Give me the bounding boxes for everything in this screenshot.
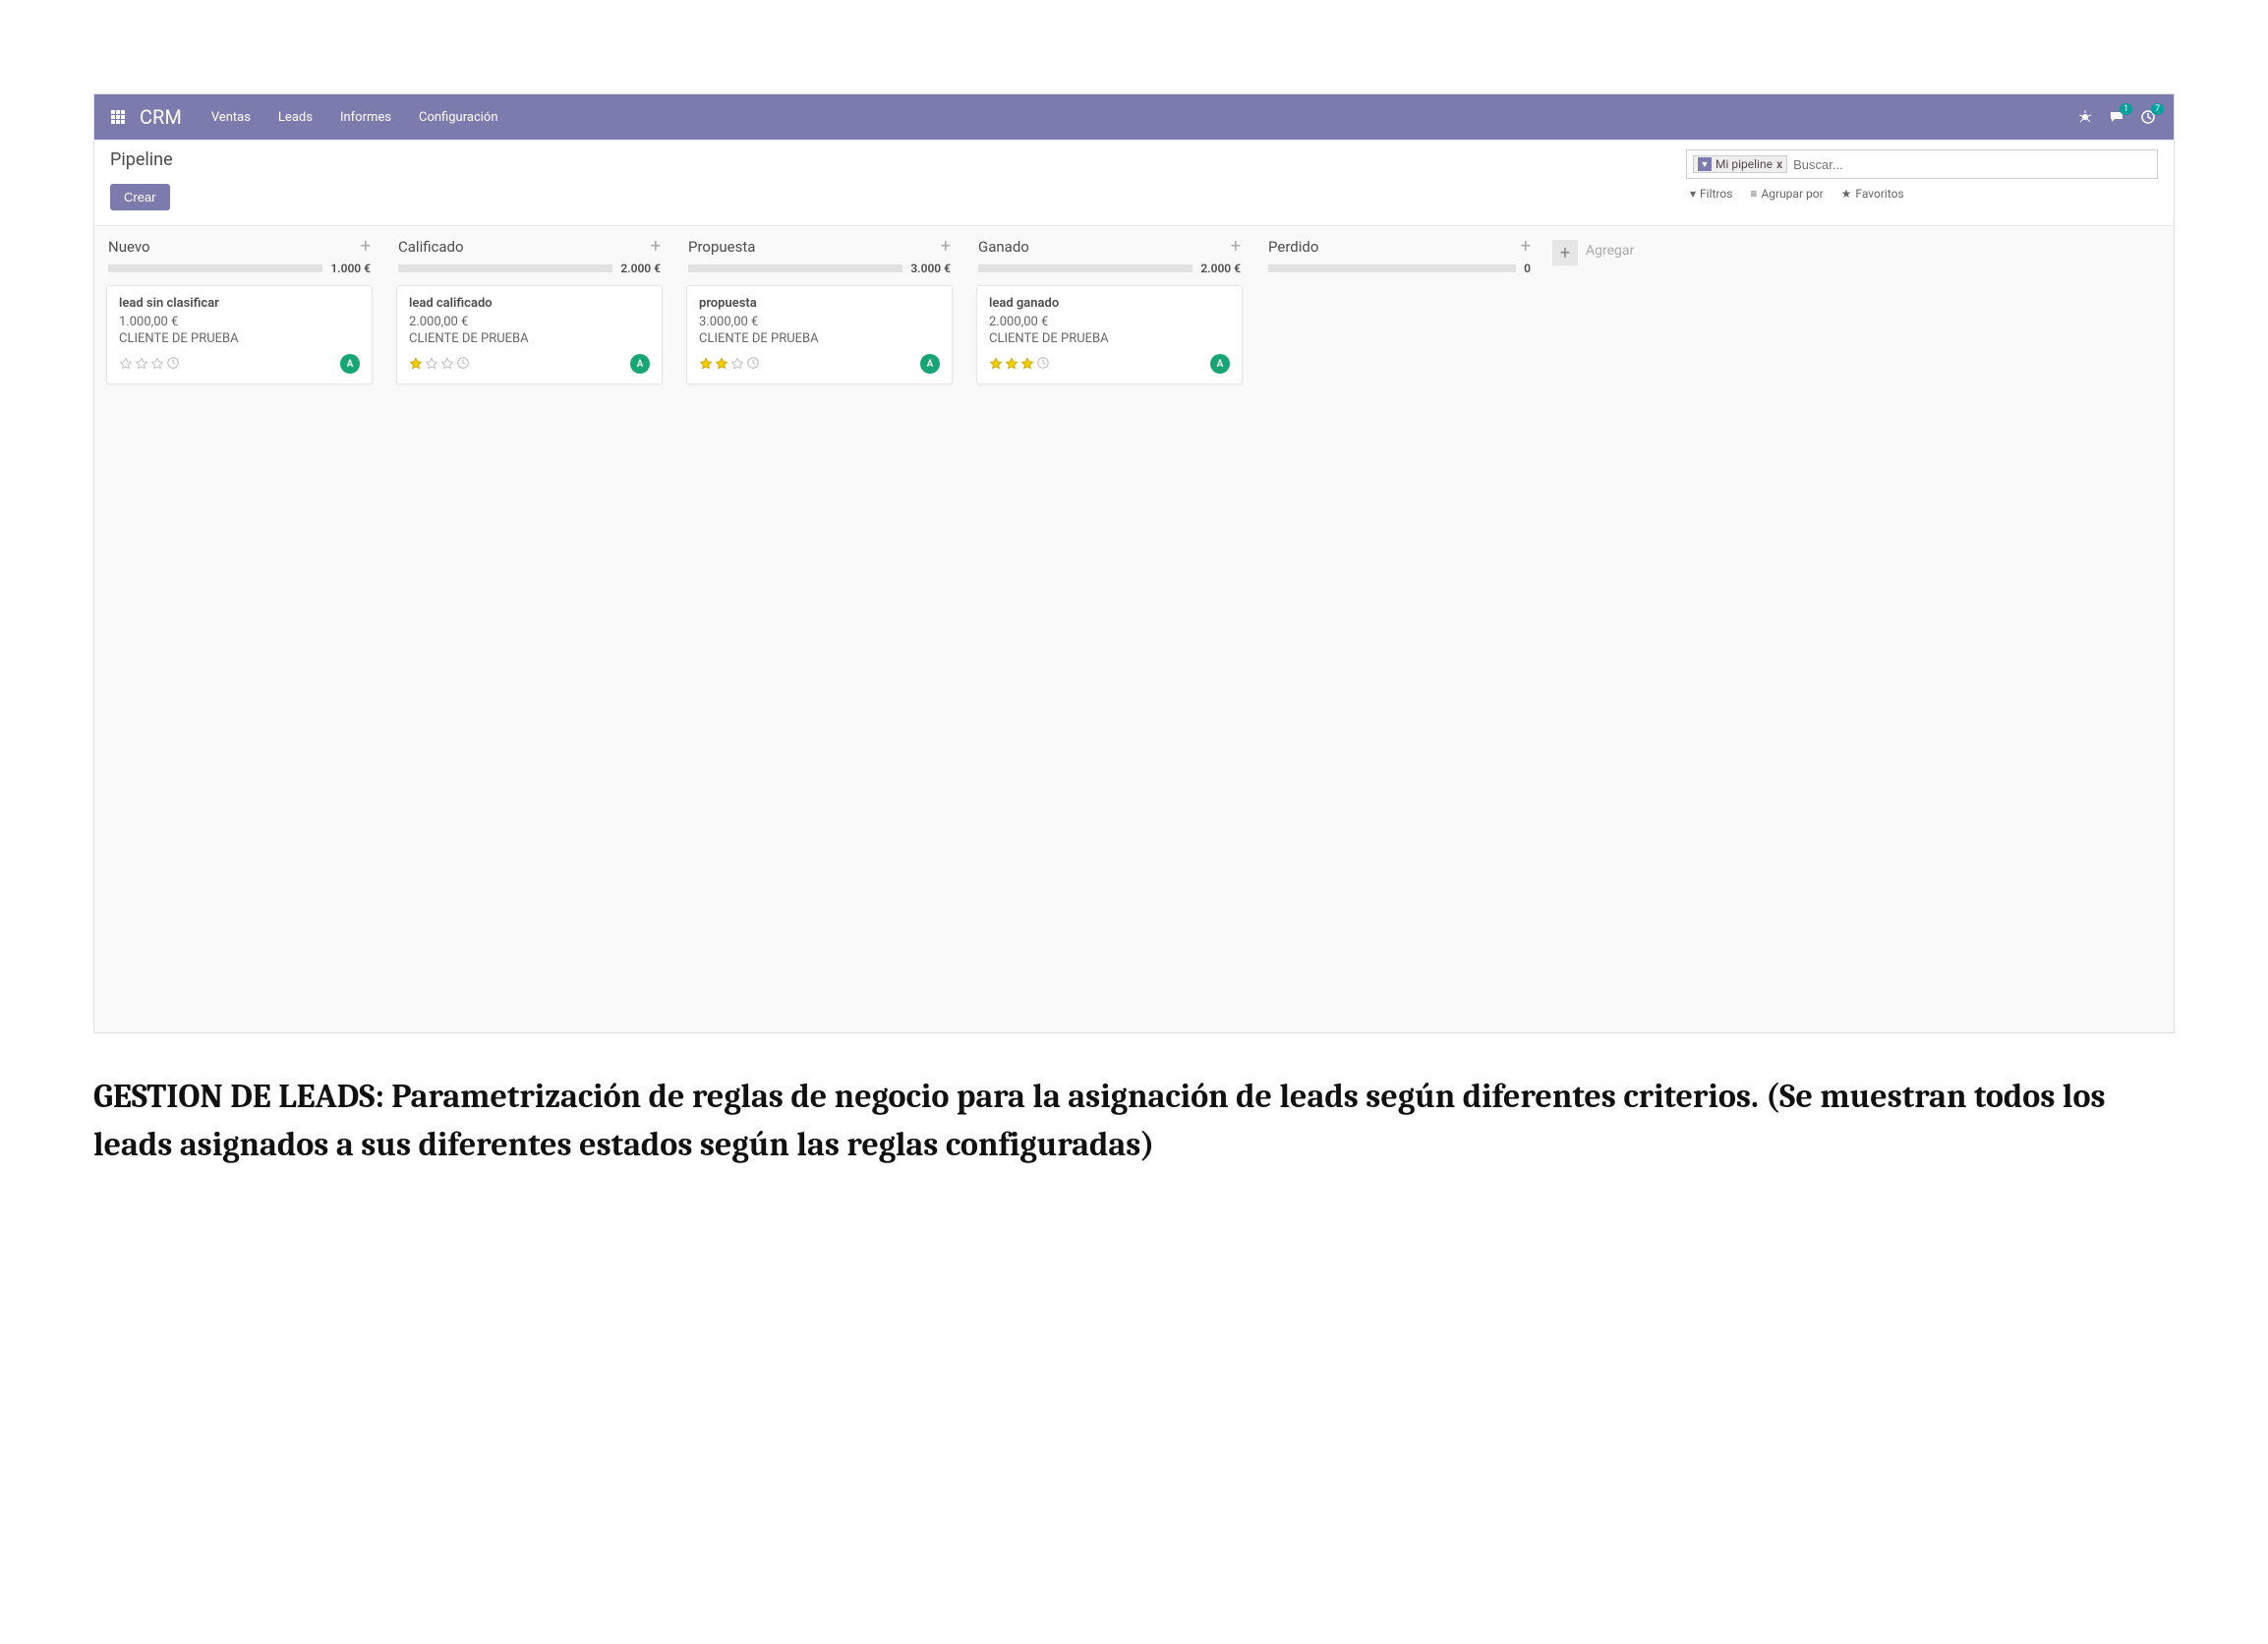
- column-total: 0: [1524, 262, 1531, 275]
- kanban-column: Calificado + 2.000 € lead calificado 2.0…: [384, 226, 674, 404]
- apps-icon[interactable]: [104, 109, 132, 125]
- card-amount: 2.000,00 €: [409, 315, 650, 329]
- nav-leads[interactable]: Leads: [264, 110, 326, 125]
- column-progress-bar: [688, 264, 902, 272]
- lead-card[interactable]: lead sin clasificar 1.000,00 € CLIENTE D…: [106, 285, 373, 384]
- list-icon: ≡: [1750, 187, 1757, 201]
- activity-icon[interactable]: 7: [2132, 109, 2164, 125]
- lead-card[interactable]: lead ganado 2.000,00 € CLIENTE DE PRUEBA…: [976, 285, 1243, 384]
- search-options: ▾ Filtros ≡ Agrupar por ★ Favoritos: [1686, 179, 2158, 201]
- nav-informes[interactable]: Informes: [326, 110, 405, 125]
- priority-stars[interactable]: [119, 355, 180, 374]
- search-filter-chip[interactable]: ▼ Mi pipeline x: [1693, 155, 1787, 173]
- avatar[interactable]: A: [340, 354, 360, 374]
- caption-text: GESTION DE LEADS: Parametrización de reg…: [93, 1033, 2175, 1209]
- activity-badge: 7: [2151, 103, 2164, 115]
- plus-icon: +: [1552, 240, 1578, 265]
- kanban-column: Perdido + 0: [1254, 226, 1544, 295]
- column-total: 1.000 €: [330, 262, 371, 275]
- searchbox[interactable]: ▼ Mi pipeline x: [1686, 149, 2158, 179]
- bug-icon[interactable]: [2069, 109, 2101, 125]
- kanban-board: Nuevo + 1.000 € lead sin clasificar 1.00…: [94, 226, 2174, 1032]
- column-add-icon[interactable]: +: [651, 238, 661, 256]
- card-amount: 3.000,00 €: [699, 315, 940, 329]
- star-icon: ★: [1841, 187, 1852, 201]
- column-total: 2.000 €: [620, 262, 661, 275]
- column-title[interactable]: Nuevo: [108, 238, 150, 256]
- add-column[interactable]: + Agregar: [1544, 226, 1662, 279]
- kanban-column: Ganado + 2.000 € lead ganado 2.000,00 € …: [964, 226, 1254, 404]
- priority-stars[interactable]: [409, 355, 470, 374]
- kanban-column: Propuesta + 3.000 € propuesta 3.000,00 €…: [674, 226, 964, 404]
- funnel-icon: ▼: [1698, 157, 1712, 171]
- column-total: 2.000 €: [1200, 262, 1241, 275]
- card-title: propuesta: [699, 296, 940, 311]
- brand[interactable]: CRM: [140, 105, 182, 129]
- card-title: lead sin clasificar: [119, 296, 360, 311]
- navbar: CRM Ventas Leads Informes Configuración …: [94, 94, 2174, 140]
- chat-badge: 1: [2120, 103, 2132, 115]
- column-add-icon[interactable]: +: [1231, 238, 1241, 256]
- nav-ventas[interactable]: Ventas: [198, 110, 264, 125]
- column-add-icon[interactable]: +: [1521, 238, 1531, 256]
- column-total: 3.000 €: [910, 262, 951, 275]
- column-title[interactable]: Calificado: [398, 238, 464, 256]
- column-progress-bar: [398, 264, 612, 272]
- priority-stars[interactable]: [989, 355, 1050, 374]
- avatar[interactable]: A: [1210, 354, 1230, 374]
- column-title[interactable]: Ganado: [978, 238, 1029, 256]
- add-column-label: Agregar: [1586, 243, 1634, 259]
- chip-remove-icon[interactable]: x: [1776, 157, 1782, 171]
- column-title[interactable]: Perdido: [1268, 238, 1318, 256]
- lead-card[interactable]: lead calificado 2.000,00 € CLIENTE DE PR…: [396, 285, 663, 384]
- clock-icon[interactable]: [456, 355, 470, 374]
- search-input[interactable]: [1787, 157, 2151, 172]
- chip-label: Mi pipeline: [1716, 157, 1773, 171]
- card-title: lead ganado: [989, 296, 1230, 311]
- create-button[interactable]: Crear: [110, 184, 170, 210]
- kanban-column: Nuevo + 1.000 € lead sin clasificar 1.00…: [94, 226, 384, 404]
- clock-icon[interactable]: [746, 355, 760, 374]
- funnel-icon: ▾: [1690, 187, 1696, 201]
- clock-icon[interactable]: [166, 355, 180, 374]
- card-client: CLIENTE DE PRUEBA: [699, 331, 940, 346]
- crm-app: CRM Ventas Leads Informes Configuración …: [93, 93, 2175, 1033]
- card-client: CLIENTE DE PRUEBA: [409, 331, 650, 346]
- column-progress-bar: [978, 264, 1192, 272]
- filters-button[interactable]: ▾ Filtros: [1690, 187, 1732, 201]
- control-bar: Pipeline Crear ▼ Mi pipeline x ▾ Filtros: [94, 140, 2174, 226]
- page-title: Pipeline: [110, 149, 1686, 170]
- card-title: lead calificado: [409, 296, 650, 311]
- card-client: CLIENTE DE PRUEBA: [119, 331, 360, 346]
- column-title[interactable]: Propuesta: [688, 238, 755, 256]
- column-progress-bar: [1268, 264, 1516, 272]
- avatar[interactable]: A: [630, 354, 650, 374]
- lead-card[interactable]: propuesta 3.000,00 € CLIENTE DE PRUEBA A: [686, 285, 953, 384]
- clock-icon[interactable]: [1036, 355, 1050, 374]
- column-add-icon[interactable]: +: [941, 238, 951, 256]
- card-client: CLIENTE DE PRUEBA: [989, 331, 1230, 346]
- column-add-icon[interactable]: +: [361, 238, 371, 256]
- column-progress-bar: [108, 264, 322, 272]
- priority-stars[interactable]: [699, 355, 760, 374]
- card-amount: 1.000,00 €: [119, 315, 360, 329]
- card-amount: 2.000,00 €: [989, 315, 1230, 329]
- chat-icon[interactable]: 1: [2101, 109, 2132, 125]
- favorites-button[interactable]: ★ Favoritos: [1841, 187, 1904, 201]
- nav-configuracion[interactable]: Configuración: [405, 110, 512, 125]
- groupby-button[interactable]: ≡ Agrupar por: [1750, 187, 1823, 201]
- avatar[interactable]: A: [920, 354, 940, 374]
